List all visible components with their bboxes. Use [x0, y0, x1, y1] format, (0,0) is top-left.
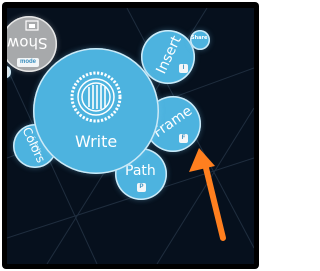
share-bubble[interactable]: Share — [190, 30, 210, 50]
screenshot-frame: Show mode Insert I Share Frame F Path P — [2, 2, 259, 269]
write-center-bubble[interactable]: Write — [33, 48, 159, 174]
insert-key: I — [179, 64, 188, 73]
write-logo-icon — [70, 71, 122, 123]
path-key: P — [137, 183, 146, 192]
insert-bubble[interactable]: Insert I — [141, 30, 195, 84]
canvas: Show mode Insert I Share Frame F Path P — [7, 8, 254, 264]
show-label: Show — [7, 34, 48, 52]
path-label: Path — [125, 163, 156, 179]
share-label: Share — [191, 35, 208, 41]
show-icon — [25, 20, 39, 31]
orange-arrow-icon — [189, 148, 226, 241]
show-mode-key: mode — [17, 58, 39, 67]
write-label: Write — [75, 132, 118, 151]
